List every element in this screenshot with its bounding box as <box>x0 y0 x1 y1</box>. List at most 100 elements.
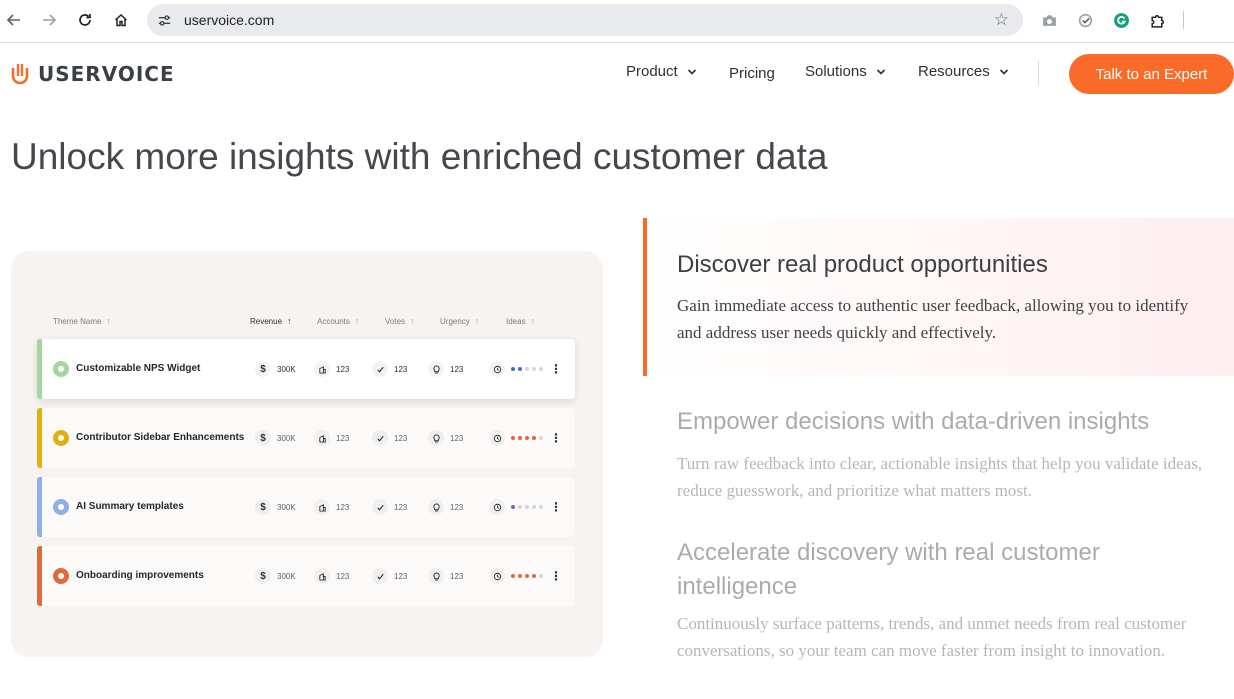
dollar-icon: $ <box>255 430 271 446</box>
more-options-icon[interactable]: ⋮ <box>550 499 562 515</box>
building-icon <box>314 568 330 584</box>
accounts-value: 123 <box>336 502 350 512</box>
accounts-cell: 123 <box>314 357 349 381</box>
active-feature-indicator <box>643 218 647 376</box>
ideas-indicator <box>511 574 546 578</box>
urgency-value: 123 <box>450 502 464 512</box>
lightbulb-icon <box>428 430 444 446</box>
revenue-value: 300K <box>277 364 296 374</box>
urgency-cell: 123 <box>428 564 463 588</box>
dollar-icon: $ <box>255 568 271 584</box>
votes-value: 123 <box>394 571 408 581</box>
table-row[interactable]: AI Summary templates $300K 123 123 123 ⋮ <box>37 477 575 537</box>
row-color-stripe <box>37 339 42 399</box>
ideas-icon <box>489 361 505 377</box>
urgency-value: 123 <box>450 571 464 581</box>
more-options-icon[interactable]: ⋮ <box>550 361 562 377</box>
chevron-down-icon <box>687 68 696 75</box>
votes-value: 123 <box>394 364 408 374</box>
revenue-value: 300K <box>277 571 296 581</box>
talk-to-expert-button[interactable]: Talk to an Expert <box>1069 54 1234 94</box>
lightbulb-icon <box>428 499 444 515</box>
status-dot-icon <box>53 430 69 446</box>
extensions-puzzle-icon[interactable] <box>1147 10 1167 30</box>
theme-name: Onboarding improvements <box>76 570 204 581</box>
nav-pricing[interactable]: Pricing <box>729 65 775 82</box>
accounts-value: 123 <box>336 364 350 374</box>
nav-resources[interactable]: Resources <box>918 63 1009 80</box>
row-color-stripe <box>37 477 42 537</box>
ideas-cell <box>489 357 546 381</box>
nav-divider <box>1038 61 1039 85</box>
column-header-votes: Votes ↑ <box>385 316 415 326</box>
nav-product-label: Product <box>626 63 678 80</box>
revenue-cell: $300K <box>255 426 296 450</box>
revenue-cell: $300K <box>255 357 296 381</box>
table-row[interactable]: Contributor Sidebar Enhancements $300K 123… <box>37 408 575 468</box>
ideas-indicator <box>511 367 546 371</box>
accounts-cell: 123 <box>314 495 349 519</box>
theme-name: Customizable NPS Widget <box>76 363 201 374</box>
theme-name: Contributor Sidebar Enhancements <box>76 432 245 443</box>
nav-solutions[interactable]: Solutions <box>805 63 886 80</box>
feature-body-2: Turn raw feedback into clear, actionable… <box>677 454 1203 500</box>
nav-solutions-label: Solutions <box>805 63 867 80</box>
check-extension-icon[interactable] <box>1075 10 1095 30</box>
ideas-indicator <box>511 436 546 440</box>
nav-resources-label: Resources <box>918 63 990 80</box>
reload-icon[interactable] <box>74 9 96 31</box>
ideas-indicator <box>511 505 546 509</box>
table-row[interactable]: Onboarding improvements $300K 123 123 123 ⋮ <box>37 546 575 606</box>
uservoice-logo[interactable]: USERVOICE <box>11 62 175 86</box>
accounts-cell: 123 <box>314 564 349 588</box>
ideas-icon <box>489 499 505 515</box>
back-icon[interactable] <box>3 9 25 31</box>
table-row[interactable]: Customizable NPS Widget $300K 123 123 123 ⋮ <box>37 339 575 399</box>
accounts-value: 123 <box>336 433 350 443</box>
status-dot-icon <box>53 568 69 584</box>
lightbulb-icon <box>428 361 444 377</box>
address-bar[interactable]: uservoice.com ☆ <box>147 4 1023 36</box>
building-icon <box>314 430 330 446</box>
bookmark-star-icon[interactable]: ☆ <box>994 10 1009 30</box>
feature-title-3[interactable]: Accelerate discovery with real customer … <box>677 536 1177 604</box>
toolbar-divider <box>1183 11 1184 29</box>
votes-value: 123 <box>394 502 408 512</box>
column-header-ideas: Ideas ↑ <box>506 316 536 326</box>
column-header-theme-name: Theme Name ↑ <box>53 316 111 326</box>
revenue-value: 300K <box>277 502 296 512</box>
page-headline: Unlock more insights with enriched custo… <box>11 136 828 177</box>
chevron-down-icon <box>999 68 1008 75</box>
feature-title-1[interactable]: Discover real product opportunities <box>677 251 1048 279</box>
browser-toolbar: uservoice.com ☆ <box>0 0 1234 43</box>
row-color-stripe <box>37 408 42 468</box>
camera-extension-icon[interactable] <box>1039 10 1059 30</box>
site-info-icon[interactable] <box>155 11 173 29</box>
dollar-icon: $ <box>255 361 271 377</box>
more-options-icon[interactable]: ⋮ <box>550 430 562 446</box>
urgency-value: 123 <box>450 433 464 443</box>
logo-text: USERVOICE <box>38 62 175 86</box>
status-dot-icon <box>53 499 69 515</box>
chevron-down-icon <box>876 68 885 75</box>
forward-icon[interactable] <box>38 9 60 31</box>
uservoice-logo-icon <box>11 64 29 85</box>
check-icon <box>372 499 388 515</box>
feature-title-2[interactable]: Empower decisions with data-driven insig… <box>677 408 1149 436</box>
column-header-revenue: Revenue ↑ <box>250 316 292 326</box>
nav-product[interactable]: Product <box>626 63 697 80</box>
grammarly-icon[interactable] <box>1111 10 1131 30</box>
more-options-icon[interactable]: ⋮ <box>550 568 562 584</box>
status-dot-icon <box>53 361 69 377</box>
theme-name: AI Summary templates <box>76 501 184 512</box>
home-icon[interactable] <box>110 9 132 31</box>
urgency-value: 123 <box>450 364 464 374</box>
accounts-cell: 123 <box>314 426 349 450</box>
accounts-value: 123 <box>336 571 350 581</box>
votes-value: 123 <box>394 433 408 443</box>
urgency-cell: 123 <box>428 426 463 450</box>
revenue-cell: $300K <box>255 495 296 519</box>
ideas-cell <box>489 564 546 588</box>
ideas-cell <box>489 426 546 450</box>
row-color-stripe <box>37 546 42 606</box>
